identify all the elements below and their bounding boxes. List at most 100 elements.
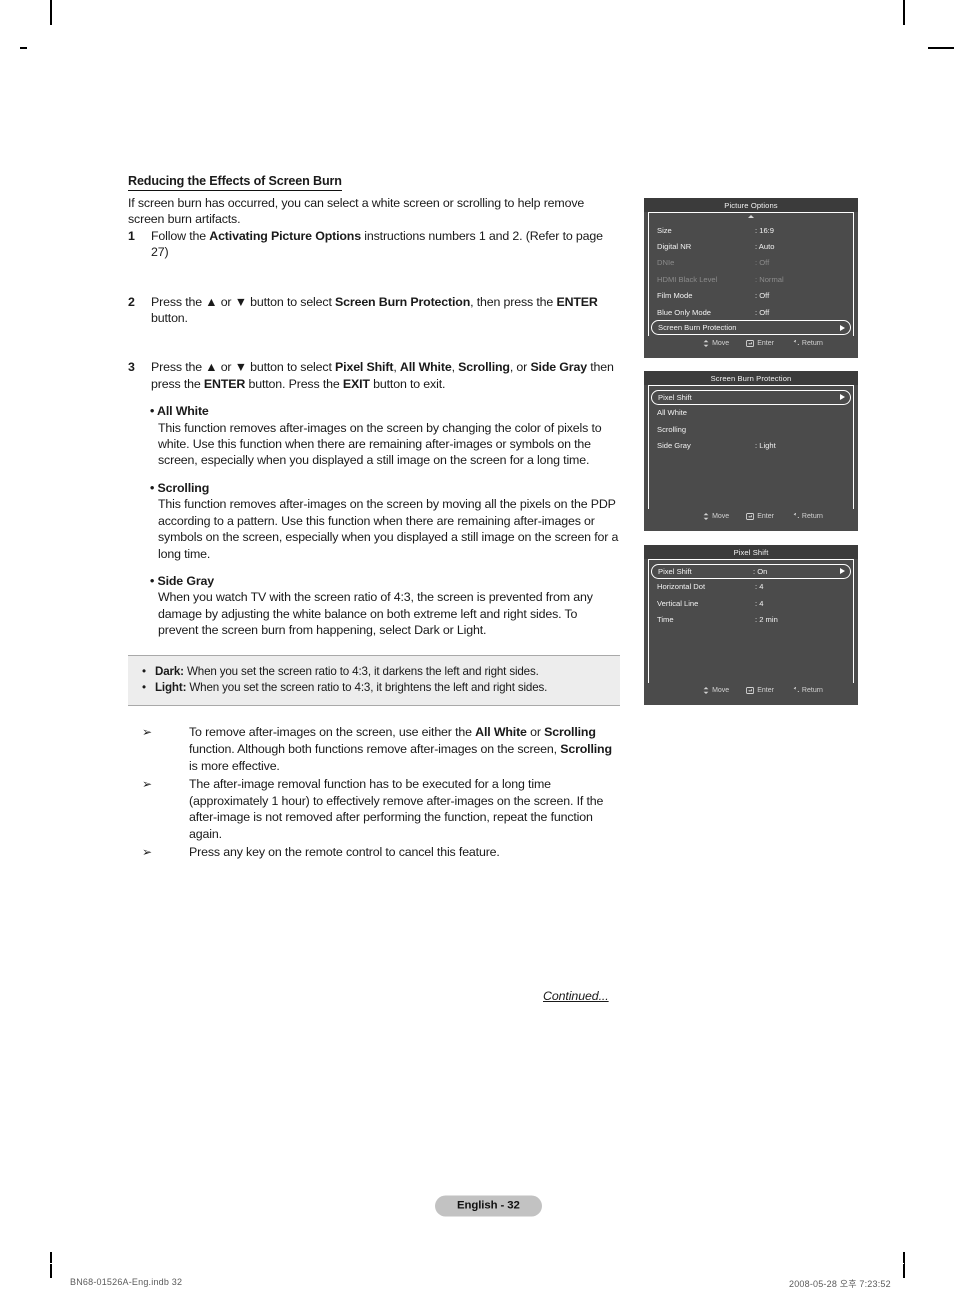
callout-dark-desc: When you set the screen ratio to 4:3, it…	[183, 664, 539, 678]
osd-item-value: : Off	[755, 307, 770, 317]
footer-divider	[50, 1263, 904, 1264]
osd-menu-picture-options: Picture Options Size: 16:9 Digital NR: Aut…	[644, 198, 858, 358]
osd-menu-item[interactable]: Film Mode : Off	[649, 288, 853, 304]
osd-menu-item[interactable]: Time : 2 min	[649, 611, 853, 627]
osd-item-label: Time	[657, 614, 674, 624]
note-1-text: To remove after-images on the screen, us…	[189, 724, 612, 773]
osd-item-label: Pixel Shift	[658, 392, 692, 402]
osd-hint-return: Return	[791, 685, 823, 694]
osd-menu-item[interactable]: All White	[649, 405, 853, 421]
osd-title-bar: Screen Burn Protection	[644, 371, 858, 385]
subsection-all-white-body: This function removes after-images on th…	[158, 420, 602, 468]
note-item: ➢ The after-image removal function has t…	[128, 776, 620, 844]
osd-row-list: Pixel Shift: On Horizontal Dot: 4 Vertical…	[649, 563, 853, 628]
subsection-scrolling-body: This function removes after-images on th…	[158, 497, 619, 561]
return-arrow-icon	[791, 511, 802, 520]
osd-item-label: Digital NR	[657, 242, 692, 252]
osd-hint-enter: Enter	[746, 340, 774, 347]
osd-hint-move: Move	[703, 340, 729, 347]
osd-hint-move: Move	[703, 513, 729, 520]
osd-menu-item: DNIe : Off	[649, 255, 853, 271]
osd-hint-enter: Enter	[746, 687, 774, 694]
callout-bullet-icon-2: •	[142, 680, 146, 694]
step-2-number: 2	[128, 294, 135, 309]
osd-item-value: : Off	[755, 258, 770, 268]
note-2-text: The after-image removal function has to …	[189, 776, 604, 842]
step-1-text: Follow the Activating Picture Options in…	[151, 228, 603, 260]
subsection-side-gray: • Side Gray When you watch TV with the s…	[150, 573, 620, 639]
footer-file-name: BN68-01526A-Eng.indb 32	[70, 1277, 183, 1287]
osd-item-label: Film Mode	[657, 291, 693, 301]
osd-title-bar: Pixel Shift	[644, 545, 858, 559]
note-arrow-icon: ➢	[142, 845, 152, 860]
osd-menu-item[interactable]: Scrolling	[649, 421, 853, 437]
osd-menu-pixel-shift: Pixel Shift Pixel Shift : On Horizontal Dot…	[644, 545, 858, 705]
osd-item-label: All White	[657, 408, 687, 418]
up-down-arrow-icon	[703, 340, 709, 347]
osd-item-value: : 4	[755, 598, 764, 608]
crop-mark-top-right-vertical	[903, 0, 905, 25]
osd-menu-item[interactable]: Vertical Line : 4	[649, 595, 853, 611]
note-arrow-icon: ➢	[142, 724, 152, 739]
osd-item-value: : 2 min	[755, 614, 778, 624]
continued-label: Continued...	[543, 989, 609, 1003]
chevron-right-icon	[840, 568, 845, 575]
osd-body: Pixel Shift All White Scrolling Side Gray: …	[648, 385, 854, 509]
osd-hint-return: Return	[791, 338, 823, 347]
osd-item-value: : Light	[755, 440, 776, 450]
note-arrow-icon: ➢	[142, 776, 152, 791]
osd-hint-move: Move	[703, 687, 729, 694]
return-arrow-icon	[791, 338, 802, 347]
osd-menu-item[interactable]: Blue Only Mode : Off	[649, 304, 853, 320]
step-3-text: Press the ▲ or ▼ button to select Pixel …	[151, 360, 614, 391]
step-3: 3 Press the ▲ or ▼ button to select Pixe…	[128, 359, 620, 392]
osd-item-label: Blue Only Mode	[657, 307, 712, 317]
osd-hint-label: Enter	[757, 513, 774, 520]
osd-menu-screen-burn-protection: Screen Burn Protection Pixel Shift All Whi…	[644, 371, 858, 531]
page-title: Reducing the Effects of Screen Burn	[128, 174, 342, 191]
osd-hint-label: Move	[712, 513, 730, 520]
osd-hint-label: Return	[801, 687, 823, 694]
osd-item-value: : On	[753, 566, 768, 576]
page-number-badge: English - 32	[435, 1195, 542, 1217]
osd-menu-item[interactable]: Pixel Shift : On	[651, 564, 851, 579]
osd-item-value: : Off	[755, 291, 770, 301]
osd-menu-item[interactable]: Horizontal Dot: 4	[649, 579, 853, 595]
osd-item-value: : 16:9	[755, 225, 774, 235]
dark-light-callout: • Dark: When you set the screen ratio to…	[128, 654, 620, 706]
return-arrow-icon	[791, 685, 802, 694]
intro-paragraph: If screen burn has occurred, you can sel…	[128, 196, 585, 227]
osd-item-value: : Normal	[755, 274, 784, 284]
osd-menu-item[interactable]: Pixel Shift	[651, 390, 851, 405]
osd-item-value: : Auto	[755, 242, 775, 252]
osd-item-label: Size	[657, 225, 672, 235]
step-1: 1 Follow the Activating Picture Options …	[128, 228, 620, 261]
footer-timestamp: 2008-05-28 오후 7:23:52	[789, 1279, 891, 1289]
crop-mark-top-left-vertical	[50, 0, 52, 25]
osd-menu-item[interactable]: Size : 16:9	[649, 222, 853, 238]
osd-hint-label: Move	[712, 687, 730, 694]
osd-item-label: DNIe	[657, 258, 675, 268]
up-down-arrow-icon	[703, 513, 709, 520]
osd-menu-item[interactable]: Side Gray: Light	[649, 437, 853, 453]
step-2: 2 Press the ▲ or ▼ button to select Scre…	[128, 294, 620, 327]
notes-list: ➢ To remove after-images on the screen, …	[128, 724, 620, 861]
manual-text-column: Reducing the Effects of Screen Burn If s…	[128, 172, 620, 862]
osd-row-list: Pixel Shift All White Scrolling Side Gray: …	[649, 389, 853, 454]
subsection-scrolling: • Scrolling This function removes after-…	[150, 480, 620, 562]
enter-key-icon	[746, 340, 755, 347]
note-item: ➢ To remove after-images on the screen, …	[128, 724, 620, 775]
chevron-right-icon	[840, 394, 845, 401]
osd-hint-label: Return	[801, 513, 823, 520]
osd-menu-item[interactable]: Screen Burn Protection	[651, 320, 851, 335]
crop-mark-top-left-horizontal	[20, 47, 27, 49]
osd-menu-item[interactable]: Digital NR : Auto	[649, 238, 853, 254]
osd-item-label: Vertical Line	[657, 598, 699, 608]
osd-hint-bar: Move Enter Return	[644, 683, 858, 698]
osd-item-label: Pixel Shift	[658, 566, 692, 576]
osd-body: Pixel Shift: On Horizontal Dot: 4 Vertical…	[648, 559, 854, 683]
chevron-right-icon	[840, 324, 845, 331]
osd-hint-return: Return	[791, 511, 823, 520]
note-item: ➢ Press any key on the remote control to…	[128, 844, 620, 861]
osd-hint-label: Move	[712, 340, 730, 347]
